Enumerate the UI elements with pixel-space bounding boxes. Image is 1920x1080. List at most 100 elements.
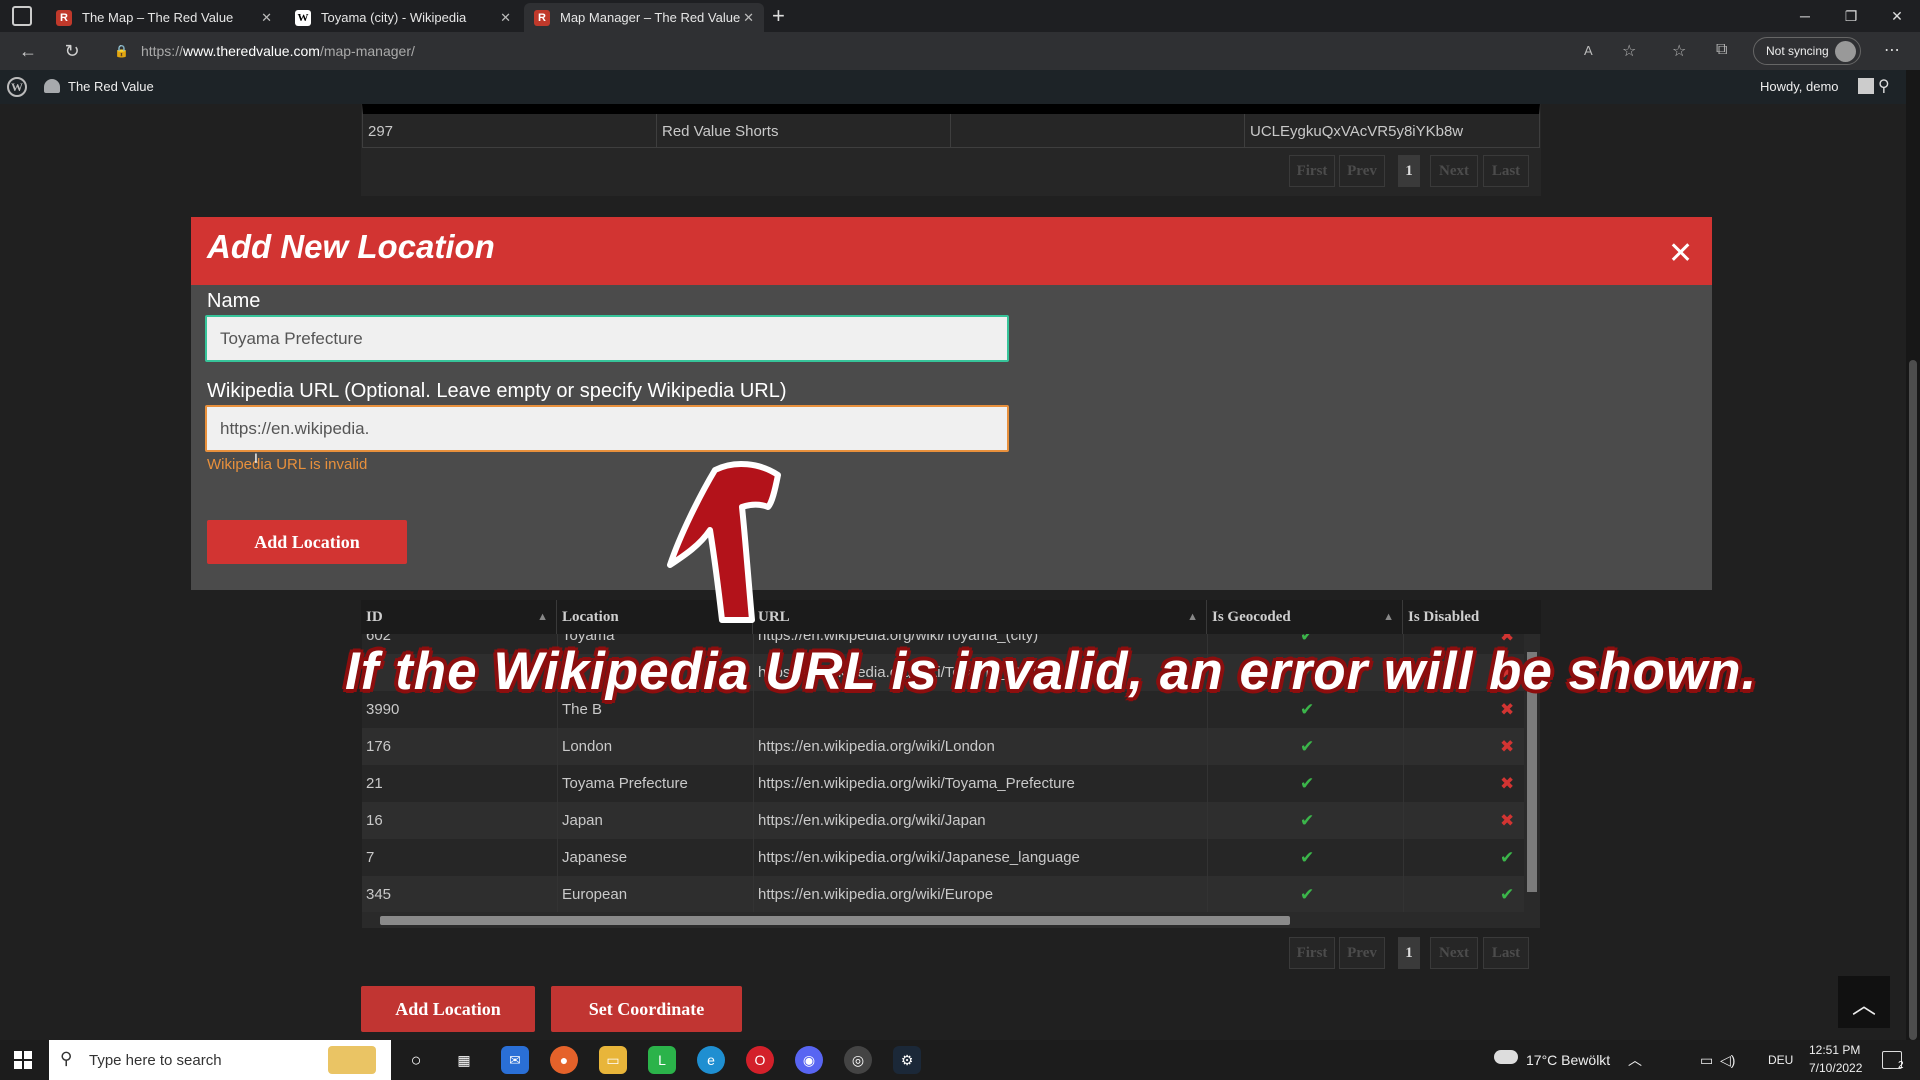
pager-prev-button[interactable]: Prev [1339,155,1385,187]
task-view-icon[interactable]: ▦ [450,1046,478,1074]
cell-is-geocoded: ✔ [1208,839,1404,876]
locations-table-header: ID ▲ Location URL ▲ Is Geocoded ▲ Is Disabl… [361,600,1541,634]
tab-map-manager[interactable]: R Map Manager – The Red Value ✕ [524,3,764,32]
header-label: Location [562,608,619,625]
close-tab-icon[interactable]: ✕ [500,10,511,26]
name-field[interactable]: Toyama Prefecture [205,315,1009,362]
check-icon: ✔ [1300,773,1315,793]
cell-url: https://en.wikipedia.org/wiki/London [754,728,1208,765]
close-window-icon[interactable]: ✕ [1874,0,1920,32]
language-indicator[interactable]: DEU [1768,1040,1793,1080]
volume-icon[interactable]: ◁) [1720,1040,1735,1080]
clock-time[interactable]: 12:51 PM [1809,1043,1860,1057]
pager-prev-button[interactable]: Prev [1339,937,1385,969]
favorites-icon[interactable]: ☆ [1672,41,1686,61]
sort-icon[interactable]: ▲ [1187,611,1198,623]
howdy-user[interactable]: Howdy, demo [1760,79,1839,94]
back-icon[interactable]: ← [14,37,42,65]
table-row[interactable]: 176 London https://en.wikipedia.org/wiki/L… [362,728,1524,765]
pager-page-button[interactable]: 1 [1398,937,1420,969]
close-tab-icon[interactable]: ✕ [743,10,754,26]
sort-icon[interactable]: ▲ [537,611,548,623]
reload-icon[interactable]: ↻ [58,37,86,65]
table-row[interactable]: 7 Japanese https://en.wikipedia.org/wiki/J… [362,839,1524,876]
more-menu-icon[interactable]: ⋯ [1884,40,1900,60]
lock-icon: 🔒 [114,44,129,58]
cell-id: 345 [362,876,558,912]
edge-icon[interactable]: e [697,1046,725,1074]
close-icon[interactable]: ✕ [1668,236,1693,271]
cell-location-text: European [562,886,628,903]
clock-date[interactable]: 7/10/2022 [1809,1061,1862,1075]
add-location-button[interactable]: Add Location [361,986,535,1032]
tab-the-map[interactable]: R The Map – The Red Value ✕ [46,3,282,32]
column-header-id[interactable]: ID ▲ [361,600,557,634]
tab-title: The Map – The Red Value [82,10,234,25]
pager-last-button[interactable]: Last [1483,937,1529,969]
pager-next-button[interactable]: Next [1430,937,1478,969]
modal-add-location-button[interactable]: Add Location [207,520,407,564]
pager-next-button[interactable]: Next [1430,155,1478,187]
windows-start-icon[interactable] [14,1051,32,1069]
cell-is-geocoded: ✔ [1208,876,1404,912]
collections-icon[interactable]: ⧉ [1716,41,1727,59]
add-favorite-icon[interactable]: ☆ [1622,41,1636,61]
file-explorer-icon[interactable]: ▭ [599,1046,627,1074]
tab-title: Toyama (city) - Wikipedia [321,10,467,25]
table-row[interactable]: 21 Toyama Prefecture https://en.wikipedia.… [362,765,1524,802]
table-row[interactable]: 345 European https://en.wikipedia.org/wiki… [362,876,1524,912]
pager-last-button[interactable]: Last [1483,155,1529,187]
page-scrollbar-thumb[interactable] [1909,360,1917,1040]
column-header-is-disabled[interactable]: Is Disabled [1403,600,1541,634]
show-hidden-icons-icon[interactable]: ︿ [1628,1040,1642,1080]
opera-icon[interactable]: O [746,1046,774,1074]
text-cursor-icon: I [254,450,258,466]
app-icon[interactable]: ◎ [844,1046,872,1074]
column-header-url[interactable]: URL ▲ [753,600,1207,634]
cell-url: https://en.wikipedia.org/wiki/Toyama_Pre… [754,765,1208,802]
column-header-is-geocoded[interactable]: Is Geocoded ▲ [1207,600,1403,634]
cell-is-disabled: ✖ [1404,765,1524,802]
cortana-icon[interactable]: ○ [402,1046,430,1074]
name-label: Name [207,290,261,312]
close-tab-icon[interactable]: ✕ [261,10,272,26]
table-horizontal-scrollbar-thumb[interactable] [380,916,1290,925]
cell-id-text: 7 [366,849,375,866]
profile-sync-button[interactable]: Not syncing [1753,37,1861,65]
pager-first-button[interactable]: First [1289,937,1335,969]
read-aloud-icon[interactable]: A [1584,43,1593,58]
scroll-to-top-button[interactable]: ︿ [1838,976,1890,1028]
url-field[interactable]: 🔒 https:// www.theredvalue.com /map-mana… [104,37,1604,65]
chevron-up-icon: ︿ [1852,991,1876,1019]
new-tab-icon[interactable]: + [772,3,785,29]
red-value-icon: R [534,9,550,26]
check-icon: ✔ [1300,847,1315,867]
set-coordinate-button[interactable]: Set Coordinate [551,986,742,1032]
sort-icon[interactable]: ▲ [1383,611,1394,623]
cell-id-text: 16 [366,812,383,829]
restore-icon[interactable]: ❐ [1828,0,1874,32]
avatar [1835,41,1856,62]
site-name-link[interactable]: The Red Value [68,79,154,94]
pager-first-button[interactable]: First [1289,155,1335,187]
weather-label[interactable]: 17°C Bewölkt [1526,1040,1610,1080]
line-app-icon[interactable]: L [648,1046,676,1074]
firefox-icon[interactable]: ● [550,1046,578,1074]
check-icon: ✔ [1500,884,1515,904]
table-row[interactable]: 16 Japan https://en.wikipedia.org/wiki/Jap… [362,802,1524,839]
mail-app-icon[interactable]: ✉ [501,1046,529,1074]
wordpress-icon[interactable]: W [7,77,27,97]
pager-page-button[interactable]: 1 [1398,155,1420,187]
cell-location: European [558,876,754,912]
minimize-icon[interactable]: ─ [1782,0,1828,32]
tab-toyama-wikipedia[interactable]: W Toyama (city) - Wikipedia ✕ [285,3,521,32]
tab-actions-icon[interactable] [12,6,32,26]
search-icon[interactable]: ⚲ [1878,76,1890,96]
user-avatar[interactable] [1858,78,1874,94]
network-icon[interactable]: ▭ [1700,1040,1713,1080]
notification-count: 2 [1898,1060,1904,1071]
check-icon: ✔ [1300,736,1315,756]
steam-icon[interactable]: ⚙ [893,1046,921,1074]
wikipedia-url-field[interactable]: https://en.wikipedia. [205,405,1009,452]
discord-icon[interactable]: ◉ [795,1046,823,1074]
